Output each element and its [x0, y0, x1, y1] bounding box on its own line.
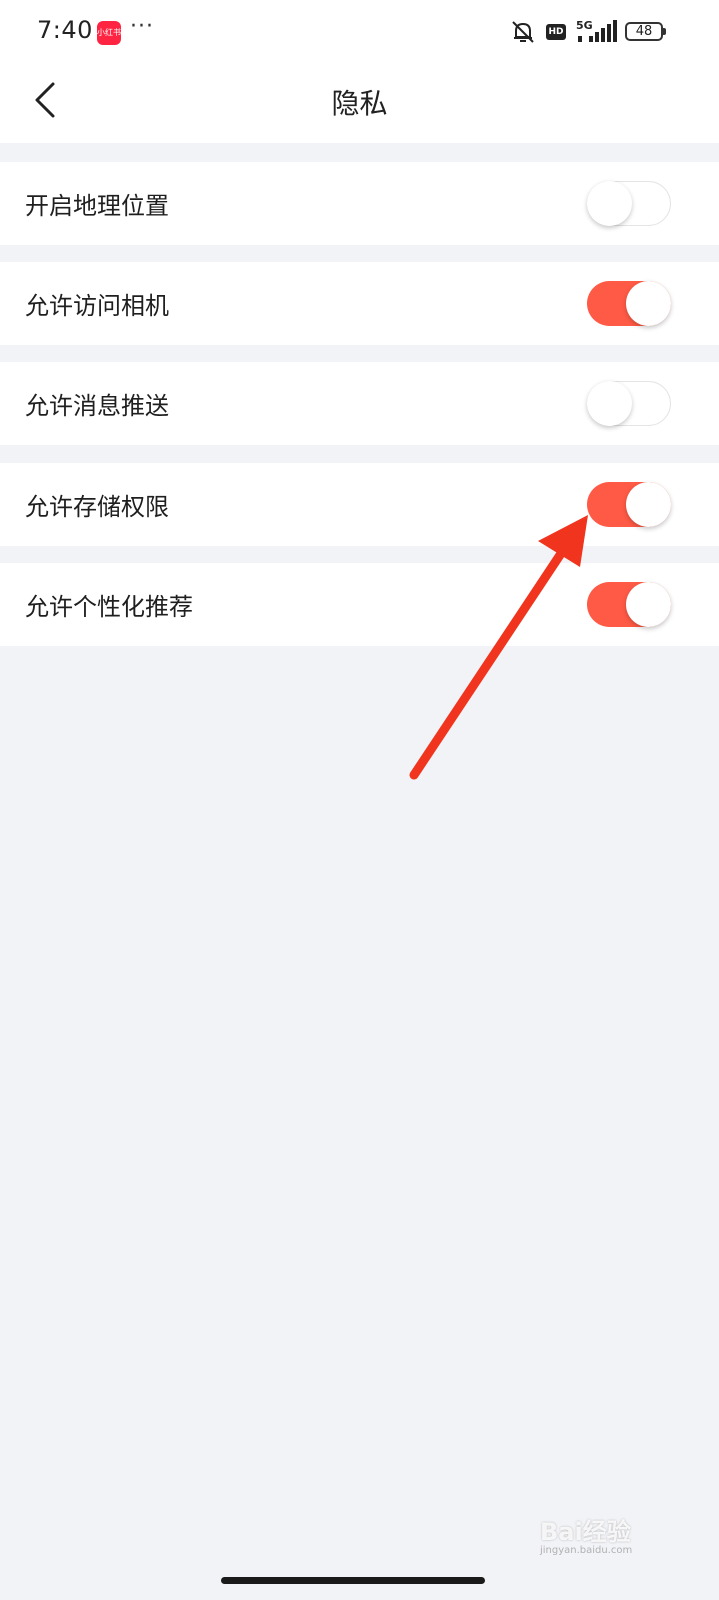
toggle-knob [626, 482, 671, 527]
toggle-knob [587, 381, 632, 426]
toggle-knob [587, 181, 632, 226]
battery-icon: 48 [625, 22, 663, 41]
status-time: 7:40 [37, 16, 93, 44]
page-title: 隐私 [331, 87, 388, 120]
toggle-knob [626, 281, 671, 326]
notifications-toggle[interactable] [587, 381, 671, 426]
home-indicator[interactable] [221, 1577, 485, 1584]
setting-label: 开启地理位置 [25, 192, 169, 220]
watermark-logo: Bai经验 [540, 1518, 631, 1546]
setting-row-camera: 允许访问相机 [0, 262, 719, 345]
camera-toggle[interactable] [587, 281, 671, 326]
app-notification-icon: 小红书 [97, 21, 121, 45]
status-bar: 7:40 小红书 ··· HD 5G 48 [0, 0, 719, 62]
setting-label: 允许消息推送 [25, 392, 169, 420]
setting-label: 允许存储权限 [25, 493, 169, 521]
hd-voice-icon: HD [546, 24, 566, 40]
setting-row-personalized: 允许个性化推荐 [0, 563, 719, 646]
more-notifications-icon: ··· [130, 14, 154, 39]
toggle-knob [626, 582, 671, 627]
setting-row-storage: 允许存储权限 [0, 463, 719, 546]
location-toggle[interactable] [587, 181, 671, 226]
setting-label: 允许个性化推荐 [25, 593, 193, 621]
annotation-arrow-icon [409, 515, 588, 780]
setting-label: 允许访问相机 [25, 292, 169, 320]
setting-row-notifications: 允许消息推送 [0, 362, 719, 445]
watermark-url: jingyan.baidu.com [540, 1545, 633, 1556]
mute-icon [512, 21, 534, 43]
signal-strength-icon [578, 20, 617, 42]
nav-bar: 隐私 [0, 62, 719, 143]
battery-tip [663, 28, 666, 35]
setting-row-location: 开启地理位置 [0, 162, 719, 245]
